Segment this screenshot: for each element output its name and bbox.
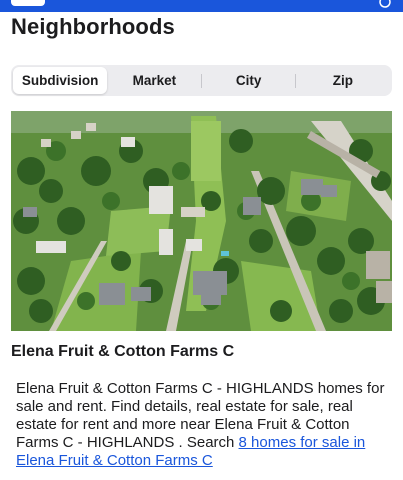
tab-subdivision[interactable]: Subdivision bbox=[13, 67, 108, 94]
neighborhood-type-tabs: Subdivision Market City Zip bbox=[11, 65, 392, 96]
tab-city[interactable]: City bbox=[202, 67, 296, 94]
top-nav-bar bbox=[0, 0, 403, 12]
tab-label: Market bbox=[132, 73, 177, 88]
neighborhood-description: Elena Fruit & Cotton Farms C - HIGHLANDS… bbox=[16, 380, 388, 470]
user-icon[interactable] bbox=[379, 0, 391, 8]
tab-label: Zip bbox=[332, 73, 353, 88]
tab-label: City bbox=[235, 73, 262, 88]
tab-market[interactable]: Market bbox=[107, 67, 202, 94]
tab-label: Subdivision bbox=[21, 73, 99, 88]
tab-zip[interactable]: Zip bbox=[296, 67, 390, 94]
neighborhood-name: Elena Fruit & Cotton Farms C bbox=[11, 343, 235, 360]
page-title: Neighborhoods bbox=[11, 14, 175, 39]
logo-icon[interactable] bbox=[11, 0, 45, 6]
aerial-neighborhood-photo[interactable] bbox=[11, 111, 392, 331]
